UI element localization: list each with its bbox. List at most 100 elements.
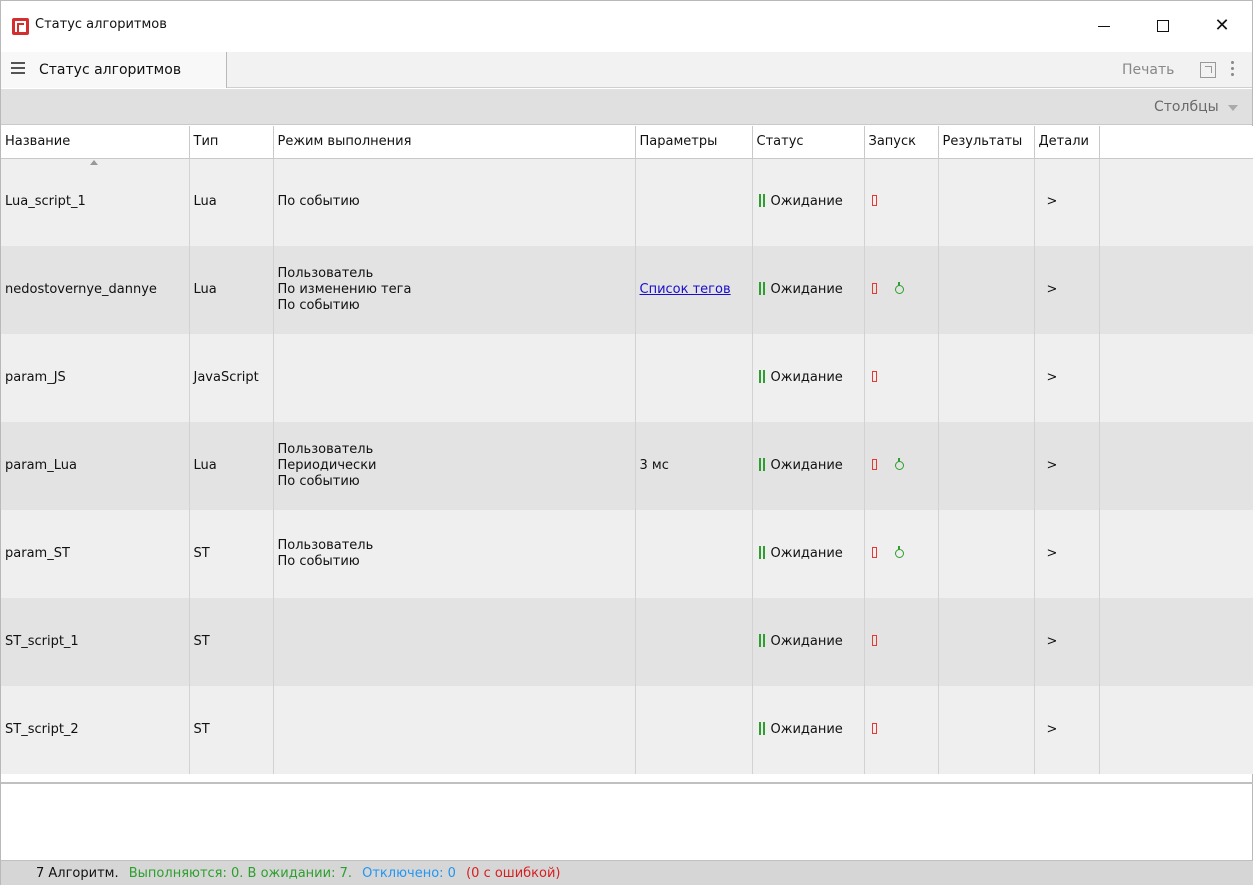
minimize-button[interactable] bbox=[1081, 10, 1127, 42]
table-row[interactable]: ST_script_1 ST Ожидание > bbox=[1, 598, 1253, 686]
cell-name: ST_script_2 bbox=[1, 686, 190, 774]
chevron-down-icon[interactable] bbox=[1228, 105, 1238, 111]
table-row[interactable]: nedostovernye_dannye Lua Пользователь По из… bbox=[1, 246, 1253, 334]
pause-icon bbox=[758, 634, 765, 647]
details-button[interactable]: > bbox=[1047, 546, 1058, 562]
mode-item: Пользователь bbox=[277, 266, 374, 281]
cell-params bbox=[635, 334, 753, 422]
details-button[interactable]: > bbox=[1047, 458, 1058, 474]
title-bar: Статус алгоритмов ✕ bbox=[1, 1, 1252, 51]
print-button[interactable]: Печать bbox=[1122, 62, 1174, 78]
pause-icon bbox=[758, 194, 765, 208]
cell-name: param_ST bbox=[1, 510, 190, 598]
cell-type: Lua bbox=[189, 246, 274, 334]
cell-launch bbox=[864, 510, 939, 598]
stop-icon[interactable] bbox=[871, 723, 877, 734]
tag-list-link[interactable]: Список тегов bbox=[640, 282, 731, 297]
sort-ascending-icon bbox=[90, 160, 98, 165]
cell-mode: Пользователь Периодически По событию bbox=[273, 422, 636, 510]
cell-status: Ожидание bbox=[752, 158, 865, 246]
cell-filler bbox=[1099, 246, 1253, 334]
cell-name: param_Lua bbox=[1, 422, 190, 510]
pause-icon bbox=[758, 458, 765, 471]
stop-icon[interactable] bbox=[871, 459, 877, 470]
header-name[interactable]: Название bbox=[1, 126, 190, 159]
mode-item: Пользователь bbox=[277, 538, 374, 553]
header-filler bbox=[1099, 126, 1253, 159]
power-start-icon[interactable] bbox=[894, 458, 904, 470]
status-text: Ожидание bbox=[770, 722, 843, 737]
cell-params bbox=[635, 686, 753, 774]
header-params[interactable]: Параметры bbox=[635, 126, 753, 159]
table-row[interactable]: Lua_script_1 Lua По событию Ожидание > bbox=[1, 158, 1253, 246]
header-mode[interactable]: Режим выполнения bbox=[273, 126, 636, 159]
cell-details: > bbox=[1034, 422, 1100, 510]
cell-launch bbox=[864, 422, 939, 510]
power-start-icon[interactable] bbox=[894, 546, 904, 558]
expand-icon[interactable] bbox=[1200, 62, 1216, 78]
window-title: Статус алгоритмов bbox=[35, 17, 167, 32]
stop-icon[interactable] bbox=[871, 371, 877, 382]
cell-params: 3 мс bbox=[635, 422, 753, 510]
toolbar: Статус алгоритмов Печать bbox=[1, 52, 1252, 88]
kebab-icon[interactable] bbox=[1231, 61, 1235, 79]
app-window: Статус алгоритмов ✕ Статус алгоритмов Пе… bbox=[0, 0, 1253, 885]
status-text: Ожидание bbox=[770, 194, 843, 210]
status-text: Ожидание bbox=[770, 282, 843, 297]
power-start-icon[interactable] bbox=[894, 282, 904, 294]
header-type[interactable]: Тип bbox=[189, 126, 274, 159]
stop-icon[interactable] bbox=[871, 635, 877, 646]
close-button[interactable]: ✕ bbox=[1199, 10, 1245, 42]
cell-name: Lua_script_1 bbox=[1, 158, 190, 246]
cell-details: > bbox=[1034, 158, 1100, 246]
table-row[interactable]: ST_script_2 ST Ожидание > bbox=[1, 686, 1253, 774]
close-icon: ✕ bbox=[1214, 15, 1230, 36]
header-details[interactable]: Детали bbox=[1034, 126, 1100, 159]
table-row[interactable]: param_JS JavaScript Ожидание > bbox=[1, 334, 1253, 422]
stop-icon[interactable] bbox=[871, 547, 877, 558]
mode-item: По событию bbox=[277, 298, 360, 313]
running-count: Выполняются: 0. В ожидании: 7. bbox=[128, 866, 352, 881]
cell-details: > bbox=[1034, 686, 1100, 774]
cell-type: ST bbox=[189, 598, 274, 686]
status-bar: 7 Алгоритм. Выполняются: 0. В ожидании: … bbox=[1, 860, 1253, 885]
details-button[interactable]: > bbox=[1047, 282, 1058, 298]
tab-algorithm-status[interactable]: Статус алгоритмов bbox=[1, 52, 227, 88]
stop-icon[interactable] bbox=[871, 195, 877, 207]
cell-name: ST_script_1 bbox=[1, 598, 190, 686]
cell-params bbox=[635, 510, 753, 598]
table-row[interactable]: param_Lua Lua Пользователь Периодически По с… bbox=[1, 422, 1253, 510]
cell-filler bbox=[1099, 334, 1253, 422]
details-button[interactable]: > bbox=[1047, 722, 1058, 738]
details-button[interactable]: > bbox=[1047, 194, 1058, 210]
cell-details: > bbox=[1034, 510, 1100, 598]
columns-dropdown[interactable]: Столбцы bbox=[1154, 99, 1219, 115]
table-row[interactable]: param_ST ST Пользователь По событию Ожидание… bbox=[1, 510, 1253, 598]
maximize-icon bbox=[1157, 20, 1169, 32]
details-button[interactable]: > bbox=[1047, 634, 1058, 650]
app-logo-icon bbox=[12, 18, 29, 35]
pause-icon bbox=[758, 546, 765, 559]
maximize-button[interactable] bbox=[1140, 10, 1186, 42]
menu-icon[interactable] bbox=[11, 62, 25, 74]
header-status[interactable]: Статус bbox=[752, 126, 865, 159]
cell-launch bbox=[864, 246, 939, 334]
stop-icon[interactable] bbox=[871, 283, 877, 294]
details-button[interactable]: > bbox=[1047, 370, 1058, 386]
mode-item: По событию bbox=[277, 554, 360, 569]
disabled-count: Отключено: 0 bbox=[362, 866, 456, 881]
cell-mode bbox=[273, 598, 636, 686]
cell-launch bbox=[864, 598, 939, 686]
pause-icon bbox=[758, 370, 765, 383]
header-results[interactable]: Результаты bbox=[938, 126, 1035, 159]
cell-launch bbox=[864, 334, 939, 422]
mode-item: Пользователь bbox=[277, 442, 374, 457]
total-count: 7 Алгоритм. bbox=[36, 866, 119, 881]
cell-status: Ожидание bbox=[752, 598, 865, 686]
cell-launch bbox=[864, 686, 939, 774]
minimize-icon bbox=[1098, 25, 1110, 27]
cell-results bbox=[938, 422, 1035, 510]
cell-results bbox=[938, 510, 1035, 598]
tab-label: Статус алгоритмов bbox=[39, 62, 182, 78]
header-launch[interactable]: Запуск bbox=[864, 126, 939, 159]
